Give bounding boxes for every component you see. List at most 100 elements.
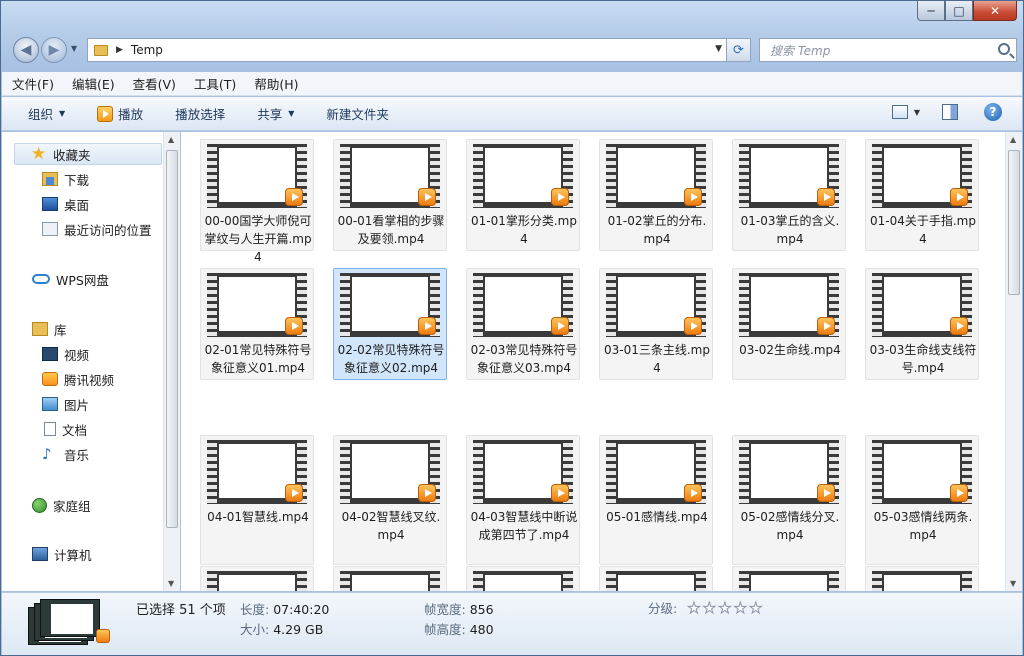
menu-tools[interactable]: 工具(T): [194, 74, 236, 93]
file-item[interactable]: [466, 566, 580, 591]
video-icon: [42, 347, 58, 361]
nav-downloads[interactable]: 下载: [2, 168, 89, 190]
chevron-down-icon: ▼: [59, 109, 66, 118]
file-name: 05-01感情线.mp4: [606, 510, 708, 524]
rating-stars[interactable]: ★ ★ ★ ★ ★: [687, 599, 764, 618]
video-play-icon: [950, 317, 968, 335]
play-button[interactable]: 播放: [97, 104, 143, 123]
star-icon[interactable]: ★: [702, 599, 716, 618]
video-play-icon: [418, 484, 436, 502]
file-item[interactable]: [599, 566, 713, 591]
view-controls: ▼ ?: [891, 103, 1002, 121]
file-item[interactable]: [865, 566, 979, 591]
file-item[interactable]: 01-04关于手指.mp4: [865, 139, 979, 251]
tencent-video-icon: [42, 372, 58, 386]
breadcrumb-temp[interactable]: Temp: [131, 43, 163, 57]
breadcrumb-separator-icon[interactable]: ▶: [116, 45, 123, 55]
nav-homegroup[interactable]: 家庭组: [2, 494, 91, 516]
view-dropdown-icon[interactable]: ▼: [914, 108, 920, 117]
maximize-button[interactable]: □: [945, 1, 973, 21]
nav-computer[interactable]: 计算机: [2, 543, 92, 565]
video-play-icon: [551, 484, 569, 502]
file-item[interactable]: 02-01常见特殊符号象征意义01.mp4: [200, 268, 314, 380]
star-icon[interactable]: ★: [687, 599, 701, 618]
star-icon[interactable]: ★: [748, 599, 762, 618]
menu-help[interactable]: 帮助(H): [254, 74, 298, 93]
content-scrollbar[interactable]: ▲ ▼: [1005, 132, 1022, 591]
play-icon: [97, 105, 114, 122]
nav-wps-label: WPS网盘: [56, 272, 109, 288]
file-item[interactable]: 04-03智慧线中断说成第四节了.mp4: [466, 435, 580, 565]
star-icon[interactable]: ★: [733, 599, 747, 618]
close-button[interactable]: ✕: [973, 1, 1017, 21]
menu-view[interactable]: 查看(V): [133, 74, 176, 93]
nav-scrollbar[interactable]: ▲ ▼: [163, 132, 180, 591]
file-item[interactable]: 02-02常见特殊符号象征意义02.mp4: [333, 268, 447, 380]
menu-file[interactable]: 文件(F): [12, 74, 54, 93]
file-item[interactable]: [333, 566, 447, 591]
nav-wps[interactable]: WPS网盘: [2, 268, 109, 290]
file-item[interactable]: 01-03掌丘的含义.mp4: [732, 139, 846, 251]
help-icon[interactable]: ?: [984, 103, 1002, 121]
file-item[interactable]: 05-03感情线两条.mp4: [865, 435, 979, 565]
file-item[interactable]: 04-02智慧线叉纹.mp4: [333, 435, 447, 565]
play-selection-button[interactable]: 播放选择: [175, 104, 225, 123]
file-item[interactable]: 03-02生命线.mp4: [732, 268, 846, 380]
forward-button[interactable]: ▶: [41, 37, 67, 63]
nav-videos[interactable]: 视频: [2, 343, 89, 365]
play-label: 播放: [118, 107, 144, 122]
nav-desktop[interactable]: 桌面: [2, 193, 89, 215]
refresh-button[interactable]: ⟳: [727, 38, 751, 62]
nav-recent[interactable]: 最近访问的位置: [2, 218, 152, 240]
file-item[interactable]: 00-00国学大师倪可掌纹与人生开篇.mp4: [200, 139, 314, 264]
video-thumbnail: [473, 571, 573, 591]
scroll-up-icon[interactable]: ▲: [1010, 135, 1016, 144]
view-mode-icon[interactable]: [891, 105, 908, 119]
file-item[interactable]: [732, 566, 846, 591]
menu-edit[interactable]: 编辑(E): [72, 74, 115, 93]
file-item[interactable]: 02-03常见特殊符号象征意义03.mp4: [466, 268, 580, 380]
nav-pictures[interactable]: 图片: [2, 393, 89, 415]
file-item[interactable]: 01-01掌形分类.mp4: [466, 139, 580, 251]
nav-tencent-video[interactable]: 腾讯视频: [2, 368, 114, 390]
new-folder-button[interactable]: 新建文件夹: [326, 104, 389, 123]
file-item[interactable]: 05-01感情线.mp4: [599, 435, 713, 565]
scroll-down-icon[interactable]: ▼: [168, 579, 174, 588]
star-icon[interactable]: ★: [718, 599, 732, 618]
scroll-up-icon[interactable]: ▲: [168, 135, 174, 144]
file-item[interactable]: 03-03生命线支线符号.mp4: [865, 268, 979, 380]
nav-favorites[interactable]: ★ 收藏夹: [14, 143, 162, 165]
chevron-down-icon: ▼: [288, 109, 295, 118]
file-name: 03-01三条主线.mp4: [604, 343, 710, 375]
frame-height-label: 帧高度:: [424, 622, 466, 637]
video-thumbnail: [872, 571, 972, 591]
file-item[interactable]: [200, 566, 314, 591]
file-item[interactable]: 01-02掌丘的分布.mp4: [599, 139, 713, 251]
nav-documents[interactable]: 文档: [2, 418, 87, 440]
file-item[interactable]: 00-01看掌相的步骤及要领.mp4: [333, 139, 447, 251]
play-selection-label: 播放选择: [175, 107, 226, 122]
file-name: 05-02感情线分叉.mp4: [740, 510, 840, 542]
file-name: 02-02常见特殊符号象征意义02.mp4: [337, 343, 445, 375]
file-item[interactable]: 04-01智慧线.mp4: [200, 435, 314, 565]
preview-pane-icon[interactable]: [942, 104, 958, 120]
organize-button[interactable]: 组织 ▼: [28, 104, 65, 123]
search-input[interactable]: 搜索 Temp: [759, 38, 1017, 62]
content-scroll-thumb[interactable]: [1008, 150, 1020, 295]
address-bar[interactable]: ▶ Temp ▼: [87, 38, 727, 62]
minimize-button[interactable]: ─: [917, 1, 945, 21]
share-button[interactable]: 共享 ▼: [257, 104, 294, 123]
scroll-down-icon[interactable]: ▼: [1010, 579, 1016, 588]
back-button[interactable]: ◀: [13, 37, 39, 63]
address-dropdown-icon[interactable]: ▼: [715, 44, 722, 54]
file-item[interactable]: 03-01三条主线.mp4: [599, 268, 713, 380]
organize-label: 组织: [28, 107, 54, 122]
nav-library[interactable]: 库: [2, 318, 67, 340]
recent-pages-dropdown[interactable]: ▼: [71, 44, 77, 53]
nav-music[interactable]: ♪ 音乐: [2, 443, 89, 465]
selected-count: 已选择 51 个项: [136, 603, 226, 618]
search-icon[interactable]: [998, 43, 1010, 55]
nav-documents-label: 文档: [62, 422, 88, 438]
nav-scroll-thumb[interactable]: [166, 150, 178, 528]
file-item[interactable]: 05-02感情线分叉.mp4: [732, 435, 846, 565]
